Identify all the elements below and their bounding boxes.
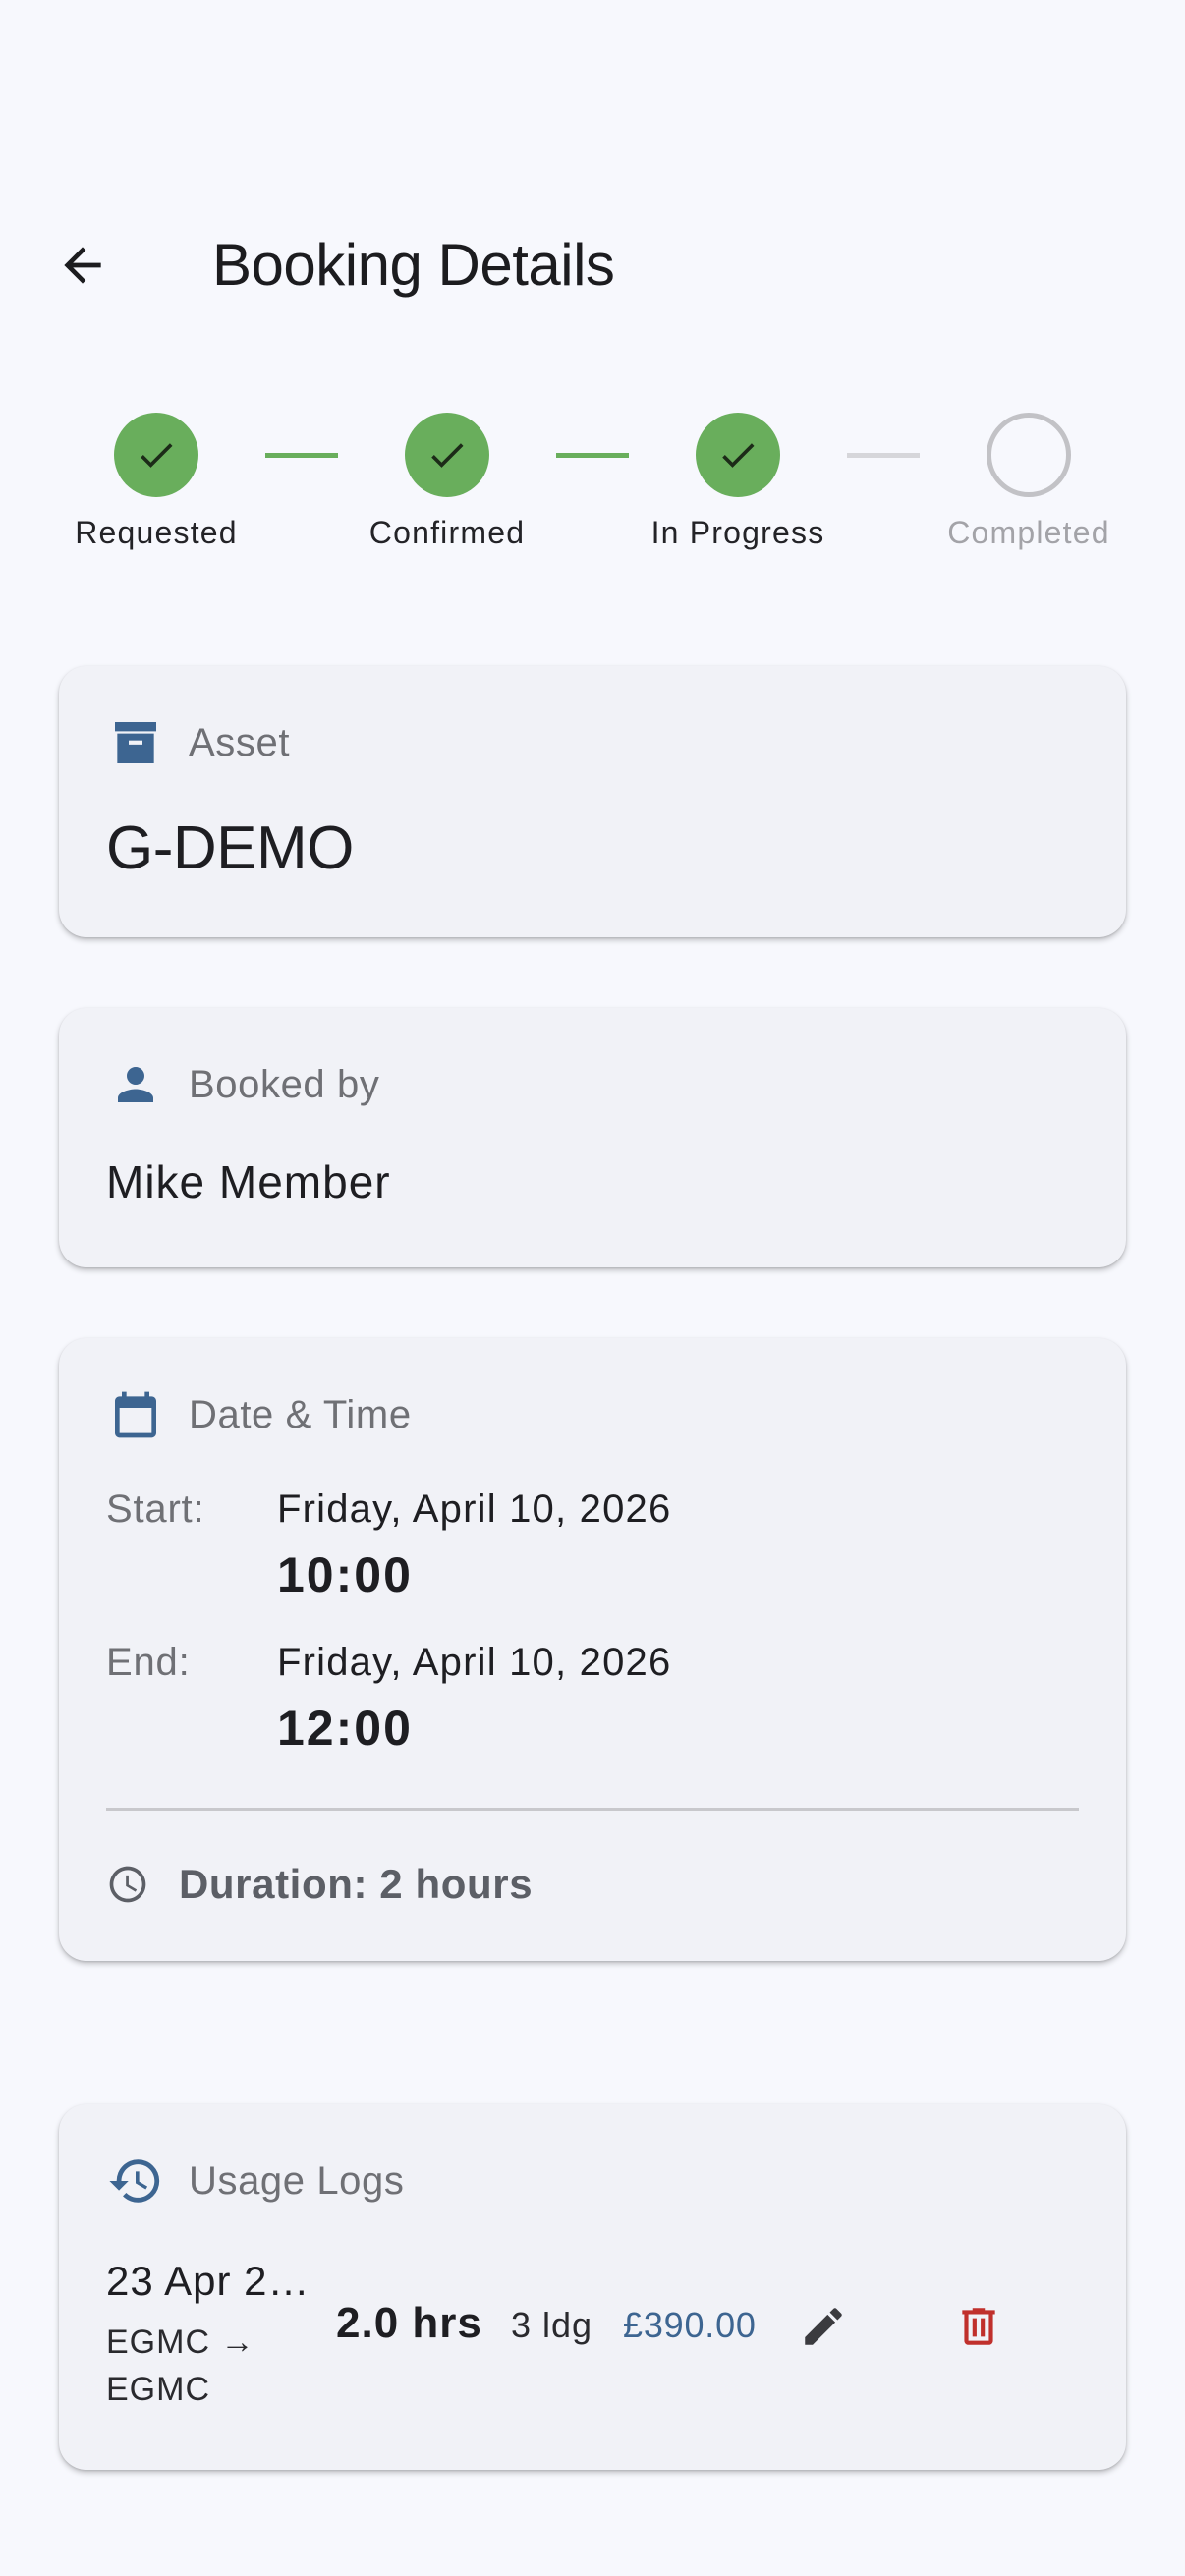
trash-icon [962, 2308, 995, 2345]
usage-logs-card-header: Usage Logs [106, 2152, 404, 2211]
page-title: Booking Details [212, 232, 615, 298]
step-connector [847, 453, 920, 458]
asset-registration: G-DEMO [106, 814, 354, 882]
step-label: In Progress [650, 515, 825, 550]
step-completed: Completed [921, 413, 1137, 551]
end-time: 12:00 [277, 1701, 413, 1756]
step-done-circle [696, 413, 780, 497]
person-icon [106, 1055, 165, 1114]
step-requested: Requested [48, 413, 264, 551]
card-heading: Date & Time [189, 1392, 412, 1436]
log-amount: £390.00 [623, 2305, 757, 2345]
back-button[interactable] [43, 226, 122, 305]
booking-status-stepper: Requested Confirmed In Progress Complete… [0, 413, 1185, 570]
card-heading: Booked by [189, 1062, 380, 1106]
history-icon [106, 2152, 165, 2211]
divider [106, 1808, 1079, 1811]
step-label: Confirmed [368, 515, 526, 550]
start-label: Start: [106, 1487, 205, 1531]
asset-card-header: Asset [106, 713, 290, 772]
calendar-icon [106, 1385, 165, 1444]
checkmark-icon [141, 443, 173, 468]
card-heading: Asset [189, 720, 291, 764]
app-bar: Booking Details [0, 196, 1185, 334]
log-hours: 2.0 hrs [336, 2299, 482, 2347]
log-route: EGMC → EGMC [106, 2324, 255, 2408]
log-landings: 3 ldg [511, 2305, 593, 2345]
checkmark-icon [722, 443, 755, 468]
date-time-card-header: Date & Time [106, 1385, 412, 1444]
step-confirmed: Confirmed [339, 413, 555, 551]
usage-logs-card: Usage Logs 23 Apr 2… EGMC → EGMC 2.0 hrs… [59, 2104, 1126, 2470]
step-done-circle [405, 413, 489, 497]
step-connector [265, 453, 338, 458]
asset-card: Asset G-DEMO [59, 666, 1126, 937]
start-date: Friday, April 10, 2026 [277, 1487, 672, 1531]
edit-log-button[interactable] [784, 2287, 863, 2366]
usage-log-entry[interactable]: 23 Apr 2… EGMC → EGMC 2.0 hrs 3 ldg £390… [106, 2252, 1089, 2409]
step-label: Completed [947, 515, 1110, 550]
log-date: 23 Apr 2… [106, 2258, 310, 2304]
pencil-icon [805, 2308, 842, 2345]
step-connector [556, 453, 629, 458]
step-done-circle [114, 413, 198, 497]
card-heading: Usage Logs [189, 2158, 405, 2203]
duration-text: Duration: 2 hours [179, 1861, 534, 1907]
checkmark-icon [431, 443, 464, 468]
booker-name: Mike Member [106, 1156, 391, 1207]
date-time-card: Date & Time Start: Friday, April 10, 202… [59, 1338, 1126, 1961]
end-label: End: [106, 1641, 191, 1684]
booked-by-card-header: Booked by [106, 1055, 379, 1114]
clock-icon [106, 1863, 149, 1906]
end-date: Friday, April 10, 2026 [277, 1641, 672, 1684]
step-label: Requested [75, 515, 238, 550]
duration-row: Duration: 2 hours [106, 1861, 533, 1908]
step-pending-circle [987, 413, 1071, 497]
start-time: 10:00 [277, 1547, 413, 1602]
delete-log-button[interactable] [939, 2287, 1018, 2366]
booked-by-card: Booked by Mike Member [59, 1008, 1126, 1267]
archive-box-icon [106, 713, 165, 772]
step-in-progress: In Progress [630, 413, 846, 551]
arrow-left-icon [64, 247, 101, 284]
